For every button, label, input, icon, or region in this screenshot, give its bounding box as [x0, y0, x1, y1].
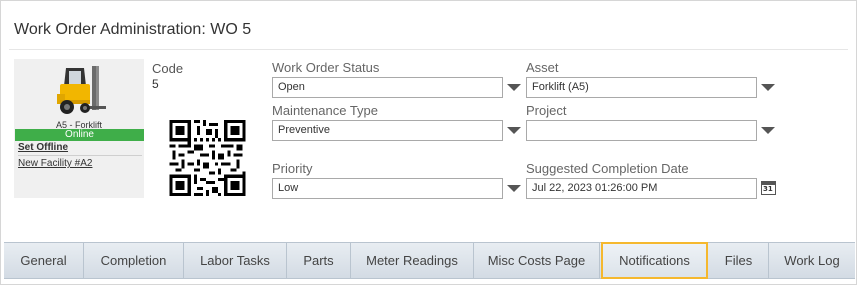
card-divider [18, 155, 142, 156]
work-order-status-select[interactable]: Open [272, 77, 503, 98]
tab-misc-costs-page[interactable]: Misc Costs Page [474, 243, 600, 279]
chevron-down-icon[interactable] [761, 127, 775, 134]
qr-code-icon [169, 120, 246, 196]
tab-bar: General Completion Labor Tasks Parts Met… [4, 242, 855, 279]
asset-label: Asset [526, 60, 559, 75]
maintenance-type-select[interactable]: Preventive [272, 120, 503, 141]
project-select[interactable] [526, 120, 757, 141]
chevron-down-icon[interactable] [761, 84, 775, 91]
suggested-completion-date-input[interactable]: Jul 22, 2023 01:26:00 PM [526, 178, 757, 199]
facility-link[interactable]: New Facility #A2 [18, 158, 92, 169]
chevron-down-icon[interactable] [507, 127, 521, 134]
code-label: Code [152, 61, 184, 76]
tab-completion[interactable]: Completion [84, 243, 184, 279]
title-divider [9, 49, 848, 50]
asset-select[interactable]: Forklift (A5) [526, 77, 757, 98]
forklift-icon [57, 66, 106, 114]
tab-parts[interactable]: Parts [287, 243, 351, 279]
maintenance-type-label: Maintenance Type [272, 103, 378, 118]
status-badge: Online [15, 129, 144, 141]
project-label: Project [526, 103, 567, 118]
tab-files[interactable]: Files [709, 243, 769, 279]
priority-label: Priority [272, 161, 313, 176]
work-order-status-label: Work Order Status [272, 60, 380, 75]
tab-work-log[interactable]: Work Log [769, 243, 855, 279]
chevron-down-icon[interactable] [507, 84, 521, 91]
calendar-icon[interactable]: 31 [761, 181, 776, 195]
code-value: 5 [152, 77, 159, 91]
set-offline-link[interactable]: Set Offline [18, 142, 68, 153]
chevron-down-icon[interactable] [507, 185, 521, 192]
tab-notifications[interactable]: Notifications [601, 242, 708, 279]
asset-card: A5 - Forklift Online Set Offline New Fac… [14, 59, 144, 198]
tab-general[interactable]: General [4, 243, 84, 279]
work-order-panel: Work Order Administration: WO 5 A5 - For… [0, 0, 857, 285]
tab-meter-readings[interactable]: Meter Readings [351, 243, 474, 279]
suggested-completion-date-label: Suggested Completion Date [526, 161, 689, 176]
priority-select[interactable]: Low [272, 178, 503, 199]
tab-labor-tasks[interactable]: Labor Tasks [184, 243, 287, 279]
page-title: Work Order Administration: WO 5 [14, 21, 252, 38]
